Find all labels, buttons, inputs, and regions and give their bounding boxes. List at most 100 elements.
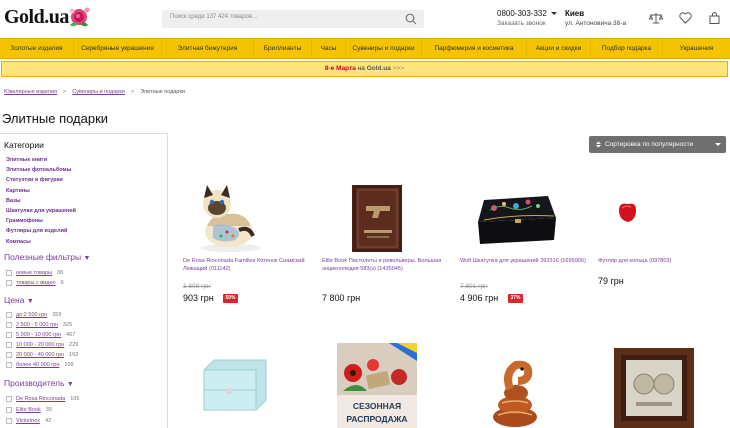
promo-banner[interactable]: 8-е Марта на Gold.ua >>> bbox=[1, 61, 728, 77]
sort-dropdown[interactable]: Сортировка по популярности bbox=[589, 136, 726, 153]
callback-link[interactable]: Заказать звонок bbox=[497, 20, 546, 27]
filter-checkbox-row[interactable]: 5 000 - 10 000 грн 467 bbox=[6, 330, 75, 340]
rose-logo-icon bbox=[69, 7, 90, 27]
filter-checkbox-row[interactable]: более 40 000 грн 109 bbox=[6, 360, 74, 370]
breadcrumb: Ювелирные изделия > Сувениры и подарки > Эли… bbox=[4, 89, 185, 95]
filter-checkbox-row[interactable]: товары с видео 6 bbox=[6, 278, 64, 288]
product-name[interactable]: Wolf Шкатулка для украшений 393316 (1695… bbox=[460, 258, 590, 266]
flowers-icon bbox=[337, 343, 417, 395]
maker-filter-title[interactable]: Производитель ▼ bbox=[4, 378, 74, 388]
category-item[interactable]: Шкатулки для украшений bbox=[6, 206, 76, 216]
checkbox[interactable] bbox=[6, 352, 12, 358]
triangle-down-icon: ▼ bbox=[66, 381, 74, 388]
site-header: Gold.ua Поиск среди 137 424 товаров... 0… bbox=[0, 0, 730, 38]
checkbox[interactable] bbox=[6, 396, 12, 402]
category-item[interactable]: Вазы bbox=[6, 196, 76, 206]
product-old-price: 7 801 грн bbox=[460, 283, 488, 290]
product-image-snake-figurine[interactable] bbox=[490, 355, 540, 428]
category-item[interactable]: Элитные книги bbox=[6, 155, 76, 165]
promo-text: на bbox=[355, 65, 367, 72]
price-filter-title[interactable]: Цена ▼ bbox=[4, 295, 34, 305]
nav-item-jewelry[interactable]: Украшения bbox=[663, 39, 730, 58]
nav-item-bijouterie[interactable]: Элитная бижутерия bbox=[162, 39, 254, 58]
discount-badge: 37% bbox=[508, 294, 523, 303]
product-image-jewelry-box[interactable] bbox=[460, 182, 590, 254]
product-old-price: 1 808 грн bbox=[183, 283, 211, 290]
nav-item-sales[interactable]: Акции и скидки bbox=[527, 39, 591, 58]
product-image-book[interactable] bbox=[322, 182, 452, 254]
scales-compare-icon[interactable] bbox=[649, 12, 663, 24]
checkbox[interactable] bbox=[6, 312, 12, 318]
checkbox[interactable] bbox=[6, 270, 12, 276]
breadcrumb-current: Элитные подарки bbox=[140, 89, 185, 95]
search-icon[interactable] bbox=[405, 13, 417, 25]
nav-item-diamonds[interactable]: Бриллианты bbox=[254, 39, 312, 58]
checkbox[interactable] bbox=[6, 418, 12, 424]
search-input[interactable]: Поиск среди 137 424 товаров... bbox=[162, 10, 424, 28]
nav-item-gold[interactable]: Золотые изделия bbox=[0, 39, 74, 58]
product-price: 79 грн bbox=[598, 276, 624, 286]
banner-line-1: СЕЗОННАЯ bbox=[352, 401, 402, 411]
filter-checkbox-row[interactable]: De Rosa Rinconada 105 bbox=[6, 394, 79, 404]
filter-checkbox-row[interactable]: 20 000 - 40 000 грн 162 bbox=[6, 350, 78, 360]
city-select[interactable]: Киев bbox=[565, 9, 584, 18]
sort-icon bbox=[596, 141, 601, 148]
heart-icon[interactable] bbox=[679, 12, 692, 24]
category-item[interactable]: Компасы bbox=[6, 237, 76, 247]
filter-checkbox-row[interactable]: 10 000 - 20 000 грн 229 bbox=[6, 340, 78, 350]
checkbox[interactable] bbox=[6, 342, 12, 348]
categories-title: Категории bbox=[4, 140, 44, 150]
breadcrumb-link-jewelry[interactable]: Ювелирные изделия bbox=[4, 89, 57, 95]
checkbox[interactable] bbox=[6, 407, 12, 413]
category-list: Элитные книги Элитные фотоальбомы Статуэ… bbox=[6, 155, 76, 247]
promo-brand: Gold.ua bbox=[366, 65, 391, 72]
product-image-jewelry-box-mint[interactable] bbox=[200, 356, 270, 428]
useful-filters-title[interactable]: Полезные фильтры ▼ bbox=[4, 252, 90, 262]
site-logo[interactable]: Gold.ua bbox=[4, 6, 69, 29]
promo-arrows: >>> bbox=[390, 65, 405, 72]
category-item[interactable]: Картины bbox=[6, 186, 76, 196]
filter-checkbox-row[interactable]: Elite Book 35 bbox=[6, 405, 52, 415]
triangle-down-icon: ▼ bbox=[26, 298, 34, 305]
discount-badge: 50% bbox=[223, 294, 238, 303]
search-placeholder: Поиск среди 137 424 товаров... bbox=[170, 14, 258, 20]
chevron-down-icon bbox=[550, 12, 557, 16]
banner-line-2: РАСПРОДАЖА bbox=[346, 414, 408, 424]
product-name[interactable]: Футляр для кольца (097803) bbox=[598, 258, 728, 266]
filter-sidebar: Категории Элитные книги Элитные фотоальб… bbox=[0, 133, 168, 428]
filter-checkbox-row[interactable]: Victorinox 42 bbox=[6, 416, 51, 426]
product-name[interactable]: De Rosa Rinconada Families Котенок Сиамс… bbox=[183, 258, 313, 273]
seasonal-sale-banner[interactable]: СЕЗОННАЯ РАСПРОДАЖА bbox=[337, 343, 417, 428]
nav-item-silver[interactable]: Серебряные украшения bbox=[74, 39, 162, 58]
product-price: 7 800 грн bbox=[322, 293, 361, 303]
phone-number[interactable]: 0800-303-332 bbox=[497, 9, 557, 18]
category-item[interactable]: Статуэтки и фигурки bbox=[6, 175, 76, 185]
category-item[interactable]: Футляры для изделий bbox=[6, 226, 76, 236]
product-image-framed-coins[interactable] bbox=[614, 348, 694, 428]
nav-item-souvenirs[interactable]: Сувениры и подарки bbox=[346, 39, 422, 58]
nav-item-watches[interactable]: Часы bbox=[312, 39, 346, 58]
promo-date: 8-е Марта bbox=[324, 65, 356, 72]
nav-item-gift-finder[interactable]: Подбор подарка bbox=[591, 39, 663, 58]
main-nav: Золотые изделия Серебряные украшения Эли… bbox=[0, 38, 730, 59]
nav-item-perfume[interactable]: Парфюмерия и косметика bbox=[422, 39, 527, 58]
product-price: 903 грн bbox=[183, 293, 214, 303]
breadcrumb-link-souvenirs[interactable]: Сувениры и подарки bbox=[72, 89, 125, 95]
checkbox[interactable] bbox=[6, 332, 12, 338]
checkbox[interactable] bbox=[6, 322, 12, 328]
filter-checkbox-row[interactable]: 2 500 - 5 000 грн 325 bbox=[6, 320, 72, 330]
product-price: 4 906 грн bbox=[460, 293, 499, 303]
shopping-bag-icon[interactable] bbox=[709, 12, 720, 24]
filter-checkbox-row[interactable]: до 2 500 грн 359 bbox=[6, 310, 61, 320]
filter-checkbox-row[interactable]: новые товары 38 bbox=[6, 268, 63, 278]
category-item[interactable]: Элитные фотоальбомы bbox=[6, 165, 76, 175]
product-image-cat-figurine[interactable] bbox=[183, 182, 313, 254]
page-title: Элитные подарки bbox=[2, 111, 109, 126]
checkbox[interactable] bbox=[6, 280, 12, 286]
checkbox[interactable] bbox=[6, 362, 12, 368]
product-image-ring-case[interactable] bbox=[598, 182, 728, 254]
sort-label: Сортировка по популярности bbox=[605, 141, 694, 148]
chevron-down-icon bbox=[715, 143, 721, 146]
category-item[interactable]: Граммофоны bbox=[6, 216, 76, 226]
product-name[interactable]: Elite Book Пистолеты и револьверы. Больш… bbox=[322, 258, 452, 273]
